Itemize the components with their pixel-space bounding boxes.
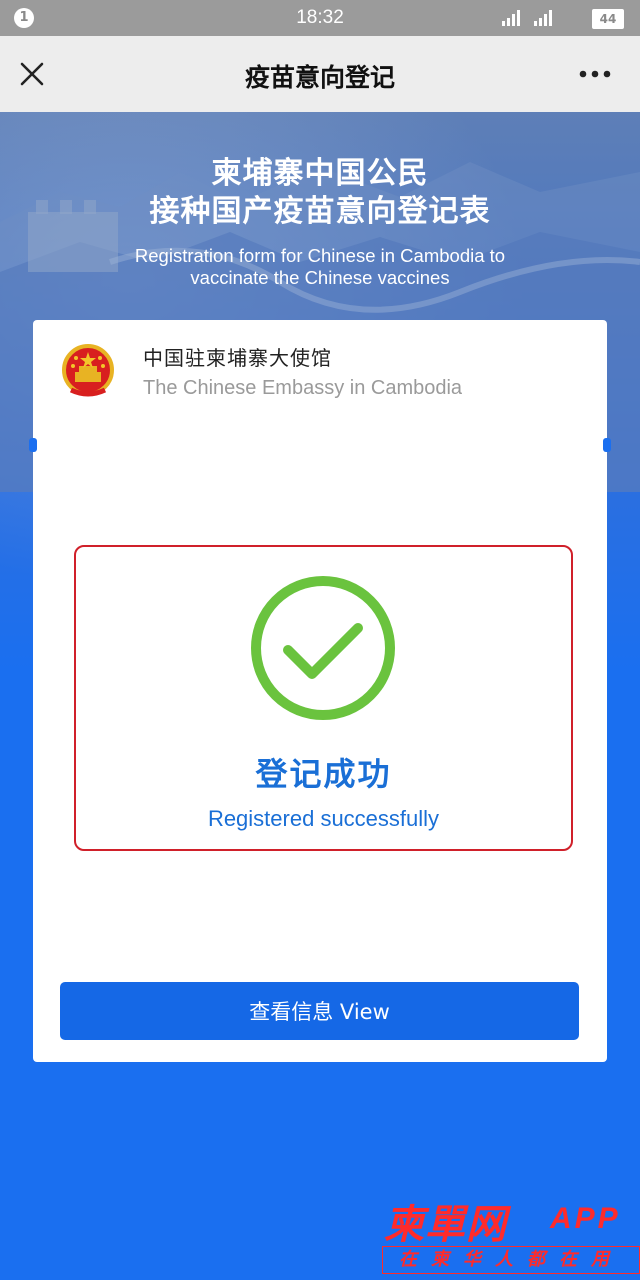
close-icon[interactable]	[16, 58, 48, 90]
embassy-name-cn: 中国驻柬埔寨大使馆	[143, 346, 332, 370]
signal-icon	[502, 10, 552, 26]
watermark-logo: 柬單网	[384, 1202, 507, 1248]
hero-subtitle-line1: Registration form for Chinese in Cambodi…	[134, 245, 506, 266]
embassy-name-en: The Chinese Embassy in Cambodia	[143, 377, 463, 399]
battery-icon: 44	[592, 9, 624, 29]
check-circle-icon	[251, 576, 395, 720]
hero-subtitle-line2: vaccinate the Chinese vaccines	[190, 267, 450, 288]
view-info-button[interactable]: 查看信息 View	[60, 982, 579, 1040]
card-notch-right	[603, 438, 611, 452]
status-bar: 1 18:32 44	[0, 0, 640, 36]
watermark-app-label: APP	[550, 1202, 621, 1235]
hero-title-line2: 接种国产疫苗意向登记表	[149, 194, 491, 229]
page: 1 18:32 44 疫苗意向登记 柬埔寨中国公民 接种国产疫苗意向登记表 Re…	[0, 0, 640, 1280]
more-icon[interactable]	[578, 62, 612, 86]
registration-card: 中国驻柬埔寨大使馆 The Chinese Embassy in Cambodi…	[29, 320, 611, 1062]
success-title-cn: 登记成功	[255, 755, 392, 793]
success-panel: 登记成功 Registered successfully	[74, 545, 573, 851]
national-emblem-icon	[62, 344, 114, 397]
card-notch-left	[29, 438, 37, 452]
watermark-tagline: 在柬华人都在用	[382, 1246, 640, 1274]
nav-bar: 疫苗意向登记	[0, 36, 640, 112]
page-title: 疫苗意向登记	[244, 63, 395, 92]
watermark: 柬單网 APP 在柬华人都在用	[378, 1188, 640, 1280]
success-title-en: Registered successfully	[207, 806, 440, 831]
